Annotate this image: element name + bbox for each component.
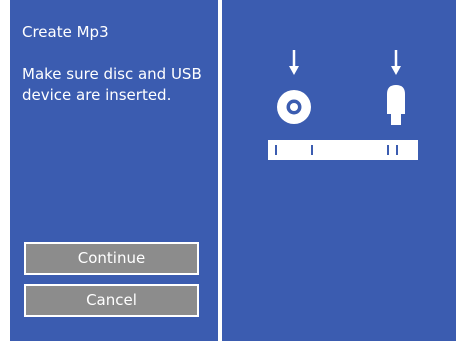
continue-button[interactable]: Continue: [24, 242, 199, 275]
insert-devices-illustration: [268, 50, 418, 160]
illustration-panel: [222, 0, 456, 341]
player-slot-icon: [268, 140, 418, 160]
dialog-message: Make sure disc and USB device are insert…: [22, 65, 202, 104]
dialog-title: Create Mp3: [22, 23, 109, 41]
arrow-down-icon: [391, 50, 401, 75]
disc-icon: [277, 90, 311, 124]
dialog-panel: Create Mp3 Make sure disc and USB device…: [10, 0, 218, 341]
cancel-button[interactable]: Cancel: [24, 284, 199, 317]
arrow-down-icon: [289, 50, 299, 75]
screen: Create Mp3 Make sure disc and USB device…: [0, 0, 466, 341]
usb-drive-icon: [387, 85, 405, 125]
